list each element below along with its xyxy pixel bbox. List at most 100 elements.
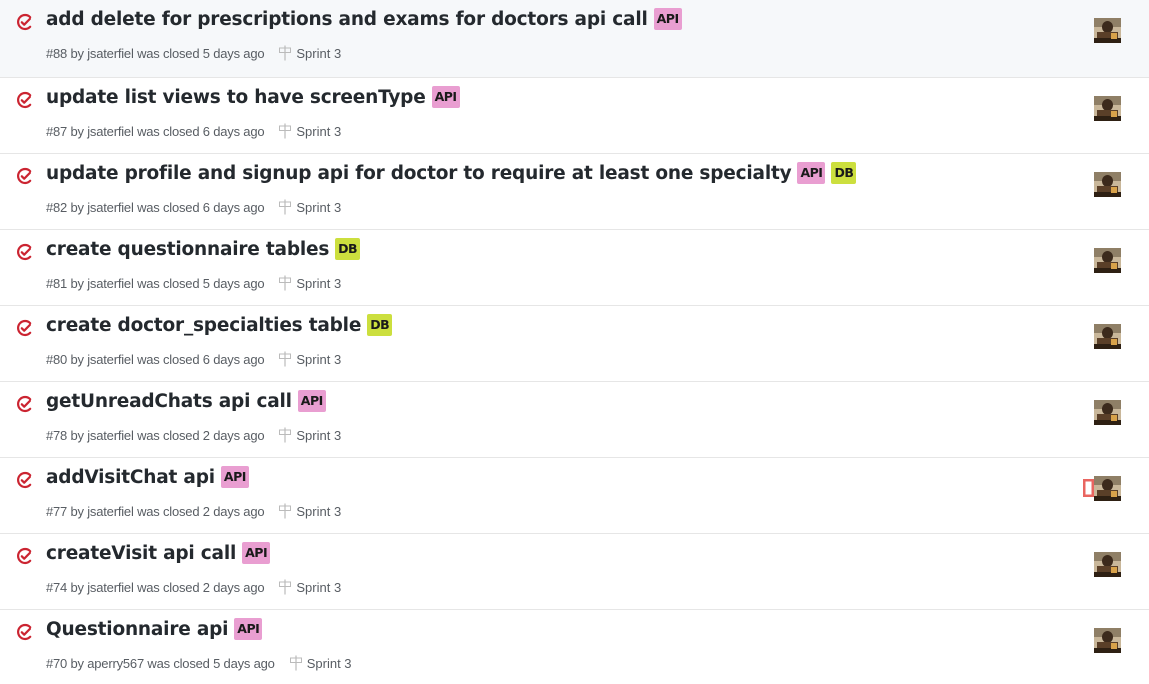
assignee-avatar[interactable] — [1094, 248, 1121, 273]
milestone-link[interactable]: Sprint 3 — [279, 579, 341, 595]
issue-title-link[interactable]: create questionnaire tables — [46, 239, 329, 260]
assignee-avatar[interactable] — [1094, 172, 1121, 197]
milestone-link[interactable]: Sprint 3 — [279, 351, 341, 367]
milestone-icon — [279, 427, 292, 443]
milestone-icon — [279, 351, 292, 367]
issue-meta-text: #87 by jsaterfiel was closed 6 days ago — [46, 123, 265, 139]
issue-meta: #81 by jsaterfiel was closed 5 days ago S… — [46, 275, 341, 291]
assignee-avatar[interactable] — [1094, 400, 1121, 425]
issue-label-db[interactable]: DB — [831, 162, 857, 184]
issue-label-db[interactable]: DB — [335, 238, 361, 260]
second-assignee-avatar[interactable] — [1083, 478, 1094, 498]
milestone-label: Sprint 3 — [296, 579, 342, 595]
issue-title-line: update profile and signup api for doctor… — [46, 162, 857, 184]
milestone-icon — [279, 579, 292, 595]
issue-meta: #82 by jsaterfiel was closed 6 days ago S… — [46, 199, 341, 215]
issue-title-line: create doctor_specialties table DB — [46, 314, 393, 336]
issue-meta-text: #78 by jsaterfiel was closed 2 days ago — [46, 427, 265, 443]
milestone-label: Sprint 3 — [296, 427, 342, 443]
issue-meta-text: #80 by jsaterfiel was closed 6 days ago — [46, 351, 265, 367]
issue-label-api[interactable]: API — [653, 8, 682, 30]
issue-row[interactable]: update list views to have screenType API #… — [0, 78, 1149, 154]
issue-closed-icon — [15, 622, 35, 642]
milestone-link[interactable]: Sprint 3 — [279, 275, 341, 291]
milestone-link[interactable]: Sprint 3 — [289, 655, 352, 671]
milestone-label: Sprint 3 — [296, 503, 342, 519]
issue-meta-text: #88 by jsaterfiel was closed 5 days ago — [46, 45, 265, 61]
issue-label-api[interactable]: API — [242, 542, 271, 564]
issue-row[interactable]: addVisitChat api API #77 by jsaterfiel was… — [0, 458, 1149, 534]
issue-title-link[interactable]: addVisitChat api — [46, 467, 215, 488]
milestone-icon — [279, 199, 292, 215]
milestone-label: Sprint 3 — [306, 655, 352, 671]
milestone-link[interactable]: Sprint 3 — [279, 503, 341, 519]
issue-label-api[interactable]: API — [431, 86, 460, 108]
issue-label-api[interactable]: API — [234, 618, 263, 640]
issue-title-link[interactable]: update profile and signup api for doctor… — [46, 163, 792, 184]
issue-meta-text: #70 by aperry567 was closed 5 days ago — [46, 655, 275, 671]
milestone-icon — [279, 123, 292, 139]
issue-meta-text: #82 by jsaterfiel was closed 6 days ago — [46, 199, 265, 215]
issue-title-line: update list views to have screenType API — [46, 86, 460, 108]
milestone-label: Sprint 3 — [296, 45, 342, 61]
issue-title-line: add delete for prescriptions and exams f… — [46, 8, 682, 30]
issue-meta: #87 by jsaterfiel was closed 6 days ago S… — [46, 123, 341, 139]
issue-label-api[interactable]: API — [797, 162, 826, 184]
assignee-avatar[interactable] — [1094, 476, 1121, 501]
issue-meta: #78 by jsaterfiel was closed 2 days ago S… — [46, 427, 341, 443]
issue-title-link[interactable]: getUnreadChats api call — [46, 391, 292, 412]
issue-row[interactable]: Questionnaire api API #70 by aperry567 was… — [0, 610, 1149, 684]
assignee-avatar[interactable] — [1094, 552, 1121, 577]
issue-label-api[interactable]: API — [220, 466, 249, 488]
milestone-link[interactable]: Sprint 3 — [279, 123, 341, 139]
milestone-label: Sprint 3 — [296, 199, 342, 215]
issue-closed-icon — [15, 394, 35, 414]
milestone-icon — [289, 655, 302, 671]
issue-title-line: create questionnaire tables DB — [46, 238, 361, 260]
milestone-link[interactable]: Sprint 3 — [279, 427, 341, 443]
issue-meta: #74 by jsaterfiel was closed 2 days ago S… — [46, 579, 341, 595]
issue-title-link[interactable]: add delete for prescriptions and exams f… — [46, 9, 648, 30]
issue-closed-icon — [15, 12, 35, 32]
issue-label-api[interactable]: API — [297, 390, 326, 412]
issue-label-db[interactable]: DB — [367, 314, 393, 336]
milestone-link[interactable]: Sprint 3 — [279, 45, 341, 61]
issue-row[interactable]: add delete for prescriptions and exams f… — [0, 0, 1149, 78]
issue-meta: #88 by jsaterfiel was closed 5 days ago S… — [46, 45, 341, 61]
issue-closed-icon — [15, 546, 35, 566]
issue-title-link[interactable]: update list views to have screenType — [46, 87, 426, 108]
assignee-avatar[interactable] — [1094, 324, 1121, 349]
assignee-avatar[interactable] — [1094, 18, 1121, 43]
issue-row[interactable]: create questionnaire tables DB #81 by jsat… — [0, 230, 1149, 306]
milestone-icon — [279, 45, 292, 61]
issue-row[interactable]: update profile and signup api for doctor… — [0, 154, 1149, 230]
issue-meta-text: #81 by jsaterfiel was closed 5 days ago — [46, 275, 265, 291]
issue-closed-icon — [15, 470, 35, 490]
assignee-avatar[interactable] — [1094, 96, 1121, 121]
milestone-label: Sprint 3 — [296, 275, 342, 291]
issue-row[interactable]: createVisit api call API #74 by jsaterfiel… — [0, 534, 1149, 610]
milestone-label: Sprint 3 — [296, 351, 342, 367]
milestone-icon — [279, 275, 292, 291]
assignee-avatar[interactable] — [1094, 628, 1121, 653]
issue-list: add delete for prescriptions and exams f… — [0, 0, 1149, 684]
issue-title-link[interactable]: createVisit api call — [46, 543, 236, 564]
issue-title-line: Questionnaire api API — [46, 618, 263, 640]
issue-meta: #80 by jsaterfiel was closed 6 days ago S… — [46, 351, 341, 367]
issue-title-link[interactable]: create doctor_specialties table — [46, 315, 361, 336]
issue-meta-text: #74 by jsaterfiel was closed 2 days ago — [46, 579, 265, 595]
milestone-link[interactable]: Sprint 3 — [279, 199, 341, 215]
issue-row[interactable]: getUnreadChats api call API #78 by jsaterf… — [0, 382, 1149, 458]
issue-title-line: createVisit api call API — [46, 542, 271, 564]
issue-meta-text: #77 by jsaterfiel was closed 2 days ago — [46, 503, 265, 519]
issue-row[interactable]: create doctor_specialties table DB #80 by … — [0, 306, 1149, 382]
issue-closed-icon — [15, 166, 35, 186]
issue-closed-icon — [15, 242, 35, 262]
issue-closed-icon — [15, 318, 35, 338]
issue-meta: #70 by aperry567 was closed 5 days ago Sp… — [46, 655, 352, 671]
issue-closed-icon — [15, 90, 35, 110]
milestone-label: Sprint 3 — [296, 123, 342, 139]
milestone-icon — [279, 503, 292, 519]
issue-title-link[interactable]: Questionnaire api — [46, 619, 228, 640]
issue-meta: #77 by jsaterfiel was closed 2 days ago S… — [46, 503, 341, 519]
